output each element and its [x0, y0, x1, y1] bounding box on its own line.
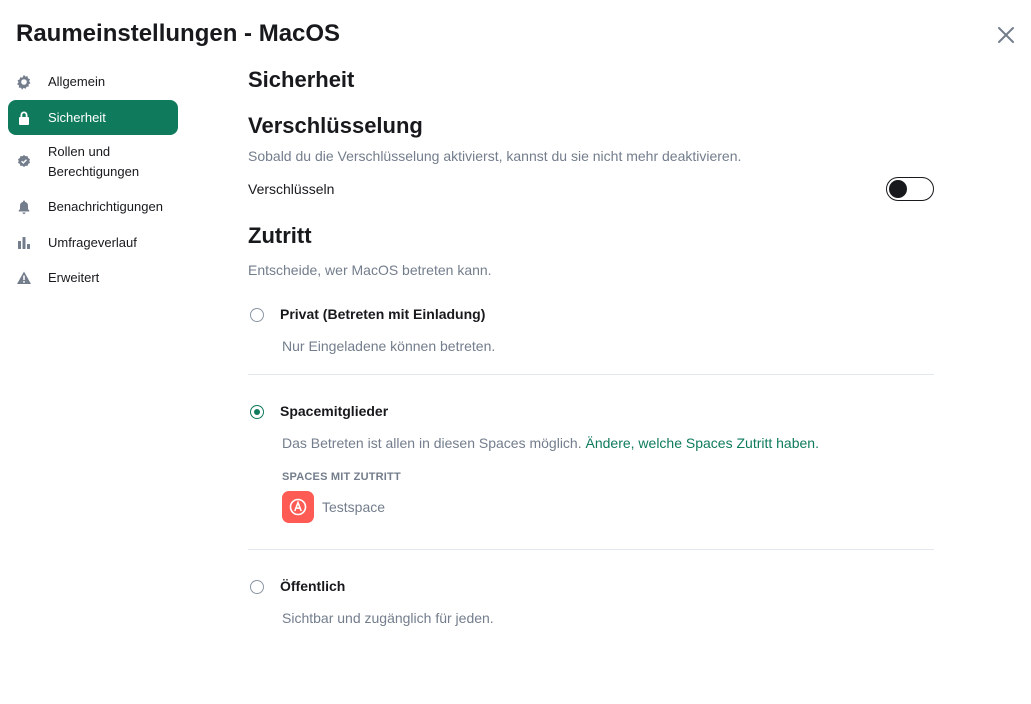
toggle-knob [889, 179, 907, 198]
divider [248, 374, 934, 375]
encryption-toggle[interactable] [886, 177, 934, 201]
sidebar-item-label: Rollen und Berechtigungen [48, 144, 140, 179]
option-public-description: Sichtbar und zugänglich für jeden. [282, 610, 494, 626]
divider [248, 549, 934, 550]
close-icon [998, 27, 1014, 43]
sidebar-item-label: Allgemein [48, 74, 106, 89]
encryption-toggle-label: Verschlüsseln [248, 181, 335, 197]
spaces-with-access-label: SPACES MIT ZUTRITT [282, 471, 401, 483]
sidebar-item-sicherheit[interactable]: Sicherheit [8, 100, 178, 135]
sidebar-item-erweitert[interactable]: Erweitert [8, 260, 178, 296]
access-heading: Zutritt [248, 223, 312, 248]
space-logo-icon [289, 498, 307, 516]
settings-sidebar: Allgemein Sicherheit Rollen und Berechti… [8, 64, 178, 296]
radio-space-members[interactable] [250, 405, 264, 419]
encryption-description: Sobald du die Verschlüsselung aktivierst… [248, 148, 742, 164]
sidebar-item-label: Umfrageverlauf [48, 234, 137, 250]
lock-icon [16, 110, 32, 126]
option-space-members-text: Das Betreten ist allen in diesen Spaces … [282, 435, 582, 451]
sidebar-item-label: Erweitert [48, 270, 100, 285]
option-private-description: Nur Eingeladene können betreten. [282, 338, 496, 354]
encryption-heading: Verschlüsselung [248, 113, 423, 138]
chart-icon [16, 235, 32, 251]
close-button[interactable] [994, 23, 1018, 47]
sidebar-item-umfrageverlauf[interactable]: Umfrageverlauf [8, 225, 178, 260]
sidebar-item-rollen[interactable]: Rollen und Berechtigungen [8, 135, 178, 189]
space-avatar [282, 491, 314, 523]
change-spaces-link[interactable]: Ändere, welche Spaces Zutritt haben. [586, 435, 819, 451]
option-private-title[interactable]: Privat (Betreten mit Einladung) [280, 304, 485, 324]
encryption-row: Verschlüsseln [248, 175, 934, 203]
sidebar-item-label: Benachrichtigungen [48, 199, 163, 214]
access-options: Privat (Betreten mit Einladung) Nur Eing… [248, 280, 934, 640]
sidebar-item-allgemein[interactable]: Allgemein [8, 64, 178, 100]
space-item: Testspace [282, 491, 385, 523]
option-public-title[interactable]: Öffentlich [280, 576, 345, 596]
dialog-title: Raumeinstellungen - MacOS [16, 20, 341, 47]
option-space-members-description: Das Betreten ist allen in diesen Spaces … [282, 433, 819, 453]
radio-public[interactable] [250, 580, 264, 594]
radio-private[interactable] [250, 308, 264, 322]
settings-content: Sicherheit Verschlüsselung Sobald du die… [248, 64, 934, 640]
page-heading: Sicherheit [248, 67, 355, 92]
warning-icon [16, 270, 32, 286]
sidebar-item-benachrichtigungen[interactable]: Benachrichtigungen [8, 189, 178, 225]
option-space-members-title[interactable]: Spacemitglieder [280, 401, 388, 421]
sidebar-item-label: Sicherheit [48, 109, 106, 125]
badge-icon [16, 154, 32, 170]
gear-icon [16, 74, 32, 90]
bell-icon [16, 199, 32, 215]
space-name: Testspace [322, 499, 386, 515]
access-description: Entscheide, wer MacOS betreten kann. [248, 262, 492, 278]
